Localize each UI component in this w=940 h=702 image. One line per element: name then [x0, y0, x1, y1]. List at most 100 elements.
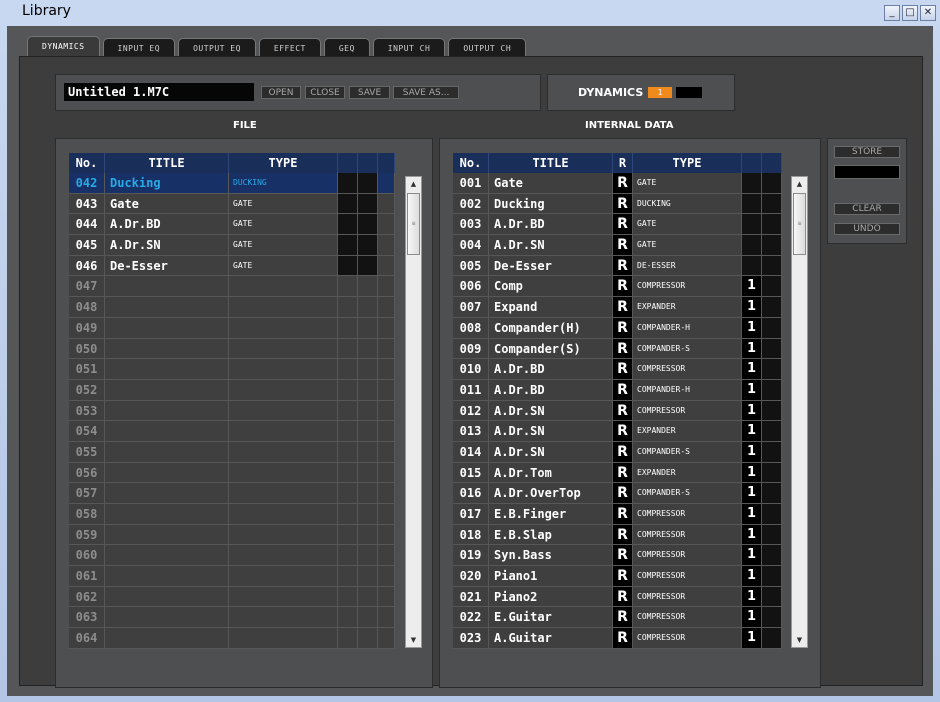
file-table-row[interactable]: 047 — [69, 276, 395, 298]
file-list-box: No. TITLE TYPE 042 Ducking DUCKING 043 Gate G… — [55, 138, 433, 688]
row-number: 012 — [453, 400, 489, 421]
row-title: E.Guitar — [489, 607, 613, 628]
save-button[interactable]: SAVE — [349, 86, 390, 99]
file-table-row[interactable]: 056 — [69, 462, 395, 484]
file-table-row[interactable]: 057 — [69, 483, 395, 504]
internal-table-row[interactable]: 022 E.Guitar R COMPRESSOR 1 — [453, 607, 782, 629]
row-type: COMPANDER-H — [633, 379, 742, 400]
scroll-up-arrow-icon[interactable]: ▲ — [406, 177, 421, 191]
maximize-icon[interactable]: □ — [902, 5, 918, 21]
row-type: GATE — [633, 214, 742, 235]
tab-effect[interactable]: EFFECT — [258, 38, 321, 57]
internal-table-row[interactable]: 005 De-Esser R DE-ESSER — [453, 255, 782, 277]
store-name-field[interactable] — [834, 165, 900, 179]
tab-dynamics[interactable]: DYNAMICS — [27, 36, 100, 57]
file-table-row[interactable]: 049 — [69, 317, 395, 339]
row-type — [229, 297, 338, 317]
scroll-thumb[interactable]: ≡ — [793, 193, 806, 255]
file-table-row[interactable]: 042 Ducking DUCKING — [69, 173, 395, 194]
filename-field[interactable]: Untitled 1.M7C — [64, 83, 254, 101]
row-readonly-flag: R — [613, 628, 633, 648]
file-table-row[interactable]: 054 — [69, 421, 395, 442]
file-table-row[interactable]: 048 — [69, 297, 395, 318]
scroll-down-arrow-icon[interactable]: ▼ — [792, 633, 807, 647]
dynamics-name-field[interactable] — [676, 87, 702, 98]
internal-table-row[interactable]: 001 Gate R GATE — [453, 173, 782, 194]
internal-table-row[interactable]: 004 A.Dr.SN R GATE — [453, 235, 782, 256]
internal-table-row[interactable]: 019 Syn.Bass R COMPRESSOR 1 — [453, 545, 782, 567]
row-title: Gate — [489, 173, 613, 193]
internal-table-row[interactable]: 023 A.Guitar R COMPRESSOR 1 — [453, 628, 782, 649]
internal-table-row[interactable]: 015 A.Dr.Tom R EXPANDER 1 — [453, 462, 782, 484]
row-slot-1 — [338, 586, 358, 607]
internal-table-row[interactable]: 003 A.Dr.BD R GATE — [453, 214, 782, 236]
internal-table-row[interactable]: 017 E.B.Finger R COMPRESSOR 1 — [453, 504, 782, 525]
internal-table-row[interactable]: 021 Piano2 R COMPRESSOR 1 — [453, 586, 782, 608]
tab-output-ch[interactable]: OUTPUT CH — [448, 38, 527, 57]
internal-table-row[interactable]: 020 Piano1 R COMPRESSOR 1 — [453, 566, 782, 587]
internal-table-header: No. TITLE R TYPE — [453, 153, 782, 173]
row-type: COMPANDER-S — [633, 338, 742, 359]
internal-table-row[interactable]: 010 A.Dr.BD R COMPRESSOR 1 — [453, 359, 782, 380]
internal-table-row[interactable]: 011 A.Dr.BD R COMPANDER-H 1 — [453, 379, 782, 401]
internal-table-row[interactable]: 009 Compander(S) R COMPANDER-S 1 — [453, 338, 782, 360]
close-icon[interactable]: ✕ — [920, 5, 936, 21]
internal-table-row[interactable]: 014 A.Dr.SN R COMPANDER-S 1 — [453, 441, 782, 463]
file-table-row[interactable]: 064 — [69, 628, 395, 649]
file-table-row[interactable]: 046 De-Esser GATE — [69, 255, 395, 277]
file-table-row[interactable]: 052 — [69, 379, 395, 401]
file-table-row[interactable]: 063 — [69, 607, 395, 629]
internal-table-row[interactable]: 002 Ducking R DUCKING — [453, 193, 782, 215]
tab-input-eq[interactable]: INPUT EQ — [102, 38, 176, 57]
file-table-row[interactable]: 062 — [69, 586, 395, 608]
internal-table-row[interactable]: 018 E.B.Slap R COMPRESSOR 1 — [453, 524, 782, 546]
internal-table-row[interactable]: 016 A.Dr.OverTop R COMPANDER-S 1 — [453, 483, 782, 504]
clear-button[interactable]: CLEAR — [834, 203, 900, 215]
file-table-row[interactable]: 051 — [69, 359, 395, 380]
row-type — [229, 566, 338, 586]
file-table-row[interactable]: 050 — [69, 338, 395, 360]
row-slot-1 — [338, 379, 358, 400]
scroll-up-arrow-icon[interactable]: ▲ — [792, 177, 807, 191]
col-r: R — [613, 153, 633, 173]
tab-geq[interactable]: GEQ — [323, 38, 370, 57]
file-table-row[interactable]: 053 — [69, 400, 395, 422]
scroll-down-arrow-icon[interactable]: ▼ — [406, 633, 421, 647]
file-table-row[interactable]: 043 Gate GATE — [69, 193, 395, 215]
internal-table-row[interactable]: 007 Expand R EXPANDER 1 — [453, 297, 782, 318]
store-button[interactable]: STORE — [834, 146, 900, 158]
open-button[interactable]: OPEN — [261, 86, 301, 99]
row-title: Gate — [105, 193, 229, 214]
file-table-row[interactable]: 061 — [69, 566, 395, 587]
row-number: 054 — [69, 421, 105, 441]
internal-table-row[interactable]: 012 A.Dr.SN R COMPRESSOR 1 — [453, 400, 782, 422]
dynamics-number-badge[interactable]: 1 — [648, 87, 672, 98]
file-table-row[interactable]: 055 — [69, 441, 395, 463]
internal-scrollbar[interactable]: ▲ ≡ ▼ — [791, 176, 808, 648]
tab-input-ch[interactable]: INPUT CH — [372, 38, 446, 57]
save-as-button[interactable]: SAVE AS... — [393, 86, 459, 99]
row-channel: 1 — [742, 338, 762, 359]
file-table-row[interactable]: 044 A.Dr.BD GATE — [69, 214, 395, 236]
file-table-row[interactable]: 060 — [69, 545, 395, 567]
side-button-box: STORE CLEAR UNDO — [827, 138, 907, 244]
undo-button[interactable]: UNDO — [834, 223, 900, 235]
internal-table-row[interactable]: 008 Compander(H) R COMPANDER-H 1 — [453, 317, 782, 339]
file-table-row[interactable]: 045 A.Dr.SN GATE — [69, 235, 395, 256]
file-scrollbar[interactable]: ▲ ≡ ▼ — [405, 176, 422, 648]
minimize-icon[interactable]: _ — [884, 5, 900, 21]
close-button[interactable]: CLOSE — [305, 86, 345, 99]
file-table-row[interactable]: 059 — [69, 524, 395, 546]
scroll-thumb[interactable]: ≡ — [407, 193, 420, 255]
tab-output-eq[interactable]: OUTPUT EQ — [178, 38, 256, 57]
internal-table-row[interactable]: 006 Comp R COMPRESSOR 1 — [453, 276, 782, 298]
row-type: COMPANDER-H — [633, 317, 742, 338]
file-table-row[interactable]: 058 — [69, 504, 395, 525]
row-title: A.Guitar — [489, 628, 613, 648]
row-type — [229, 483, 338, 503]
row-slot — [762, 504, 782, 524]
row-slot-3 — [378, 235, 395, 255]
row-slot — [762, 193, 782, 214]
title-bar[interactable]: Library _ □ ✕ — [0, 0, 940, 26]
internal-table-row[interactable]: 013 A.Dr.SN R EXPANDER 1 — [453, 421, 782, 442]
